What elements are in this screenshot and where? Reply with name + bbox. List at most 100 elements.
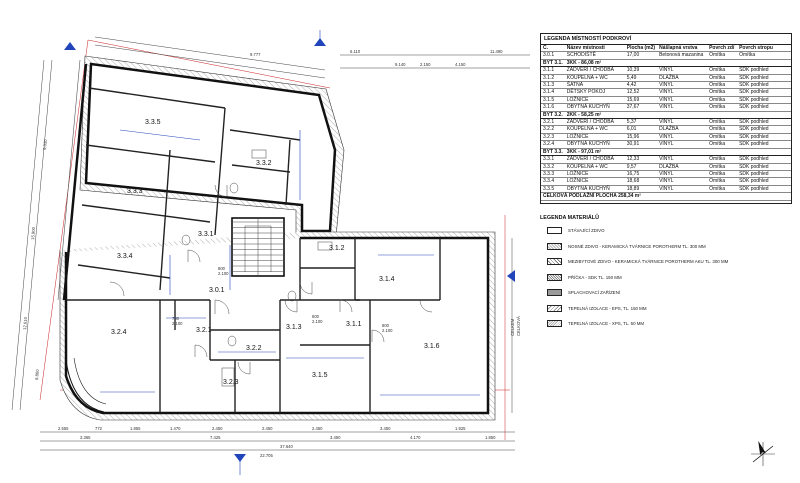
room-legend-title: LEGENDA MÍSTNOSTÍ PODKROVÍ <box>541 34 791 45</box>
legend-cell <box>657 111 708 120</box>
legend-cell: Omítka <box>707 140 738 149</box>
legend-cell: VINYL <box>657 96 708 105</box>
legend-cell: DLAŽBA <box>657 163 708 171</box>
material-item: NOSNÉ ZDIVO - KERAMICKÁ TVÁRNICE POROTHE… <box>540 242 792 259</box>
legend-cell: LOŽNICE <box>564 133 625 142</box>
legend-cell: SDK podhled <box>737 103 791 112</box>
material-legend-title: LEGENDA MATERIÁLŮ <box>540 215 599 221</box>
dim-top-3: 2.150 <box>420 62 431 67</box>
legend-cell: VINYL <box>657 118 708 127</box>
dim-bottom-b5: 1.850 <box>485 435 496 440</box>
legend-cell: 15,96 <box>624 133 658 142</box>
room-3-1-6: 3.1.6 <box>424 343 440 350</box>
legend-cell: Omítka <box>707 103 738 112</box>
material-label: SPLACHOVACÍ ZAŘÍZENÍ <box>568 290 621 295</box>
room-legend: LEGENDA MÍSTNOSTÍ PODKROVÍ Č. Název míst… <box>540 33 792 204</box>
legend-cell: 3KK - 97,01 m² <box>564 148 625 157</box>
room-row: 3.2.3 LOŽNICE 15,96 VINYL Omítka SDK podhled <box>541 133 791 142</box>
legend-cell: SDK podhled <box>737 118 791 127</box>
material-item: SPLACHOVACÍ ZAŘÍZENÍ <box>540 289 792 305</box>
dim-bottom-b4: 4.170 <box>410 435 421 440</box>
legend-cell <box>624 59 658 68</box>
legend-cell: 3.2.2 <box>541 125 565 134</box>
floor-plan: 9.777 6.110 2.150 9.140 4.150 11.490 15.… <box>11 30 530 475</box>
room-row: 3.3.1 ZÁDVEŘÍ / CHODBA 12,33 VINYL Omítka SDK… <box>541 155 791 164</box>
legend-cell: 3.1.6 <box>541 103 565 112</box>
legend-cell: SDK podhled <box>737 88 791 97</box>
door-tag-4: 2.100 <box>382 328 393 333</box>
legend-cell: VINYL <box>657 185 708 194</box>
room-row: 3.1.2 KOUPELNA + WC 5,49 DLAŽBA Omítka SDK po… <box>541 74 791 83</box>
material-label: PŘÍČKA - SDK TL. 150 MM <box>568 274 622 280</box>
dim-bottom-b2: 7.425 <box>210 435 221 440</box>
dim-bottom-a1: 2.555 <box>58 426 69 431</box>
legend-cell: SDK podhled <box>737 74 791 83</box>
legend-cell: SCHODIŠTĚ <box>564 51 625 60</box>
legend-cell: ZÁDVEŘÍ / CHODBA <box>564 66 625 75</box>
legend-cell <box>624 148 658 157</box>
legend-cell: LOŽNICE <box>564 177 625 186</box>
header-ceiling-finish: Povrch stropu <box>737 45 791 53</box>
legend-cell: SDK podhled <box>737 125 791 134</box>
legend-cell: Omítka <box>707 155 738 164</box>
legend-cell: 18,68 <box>624 177 658 186</box>
legend-cell: SDK podhled <box>737 185 791 194</box>
legend-cell: 10,39 <box>624 66 658 75</box>
legend-cell: VINYL <box>657 88 708 97</box>
legend-cell: BYT 3.2. <box>541 111 565 120</box>
room-3-3-3: 3.3.3 <box>127 188 143 195</box>
legend-cell: VINYL <box>657 177 708 186</box>
legend-cell: Omítka <box>707 133 738 142</box>
room-3-3-4: 3.3.4 <box>117 253 133 260</box>
legend-cell: 4,42 <box>624 81 658 90</box>
legend-cell <box>707 148 738 157</box>
legend-cell: Omítka <box>707 81 738 90</box>
legend-cell: 3.1.5 <box>541 96 565 105</box>
material-label: NOSNÉ ZDIVO - KERAMICKÁ TVÁRNICE POROTHE… <box>568 243 706 249</box>
legend-cell: 30,91 <box>624 140 658 149</box>
dim-bottom-a6: 2.450 <box>262 426 273 431</box>
legend-cell: SDK podhled <box>737 140 791 149</box>
legend-cell: 3.1.1 <box>541 66 565 75</box>
dim-top-4: 9.140 <box>395 62 406 67</box>
legend-cell: 17,00 <box>624 51 658 60</box>
legend-cell: KOUPELNA + WC <box>564 163 625 171</box>
dim-left-1: 15.900 <box>30 226 36 240</box>
legend-cell: Omítka <box>707 74 738 83</box>
legend-cell: OBYTNÁ KUCHYŇ <box>564 140 625 149</box>
material-swatch <box>547 227 562 234</box>
room-legend-header: Č. Název místnosti Plocha (m2) Nášlapná … <box>541 45 791 53</box>
room-row: 3.3.5 OBYTNÁ KUCHYŇ 18,89 VINYL Omítka SDK po… <box>541 185 791 194</box>
legend-cell: SDK podhled <box>737 81 791 90</box>
material-legend: LEGENDA MATERIÁLŮ STÁVAJÍCÍ ZDIVO NOSNÉ Z… <box>540 215 792 336</box>
legend-cell: 3.2.1 <box>541 118 565 127</box>
legend-cell: SDK podhled <box>737 170 791 179</box>
room-group-row: BYT 3.2. 2KK - 58,25 m² <box>541 111 791 120</box>
room-row: 3.1.3 ŠATNA 4,42 VINYL Omítka SDK podhled <box>541 81 791 90</box>
header-floor-layer: Nášlapná vrstva <box>657 45 708 53</box>
legend-cell: SDK podhled <box>737 133 791 142</box>
legend-cell: 3.3.5 <box>541 185 565 194</box>
legend-cell: 18,89 <box>624 185 658 194</box>
legend-cell: Omítka <box>707 88 738 97</box>
legend-cell: VINYL <box>657 66 708 75</box>
legend-cell: BYT 3.3. <box>541 148 565 157</box>
legend-cell: VINYL <box>657 81 708 90</box>
legend-cell: CELKOVÁ PODLAŽNÍ PLOCHA 258,34 m² <box>541 192 791 201</box>
legend-cell: 3.3.2 <box>541 163 565 171</box>
room-row: 3.1.6 OBYTNÁ KUCHYŇ 37,67 VINYL Omítka SDK po… <box>541 103 791 112</box>
legend-cell <box>624 111 658 120</box>
legend-cell <box>737 59 791 68</box>
room-legend-table: Č. Název místnosti Plocha (m2) Nášlapná … <box>541 45 791 201</box>
dim-top-2: 6.110 <box>350 49 361 54</box>
room-3-0-1: 3.0.1 <box>209 287 225 294</box>
dim-bottom-a5: 2.450 <box>212 426 223 431</box>
legend-cell: Betonová mazanina <box>657 51 708 60</box>
legend-cell: 12,33 <box>624 155 658 164</box>
room-row: 3.2.2 KOUPELNA + WC 6,01 DLAŽBA Omítka SDK po… <box>541 125 791 134</box>
room-3-1-3: 3.1.3 <box>286 324 302 331</box>
legend-cell: SDK podhled <box>737 96 791 105</box>
legend-cell <box>737 148 791 157</box>
legend-cell: Omítka <box>707 125 738 134</box>
dim-bottom-a3: 1.855 <box>130 426 141 431</box>
